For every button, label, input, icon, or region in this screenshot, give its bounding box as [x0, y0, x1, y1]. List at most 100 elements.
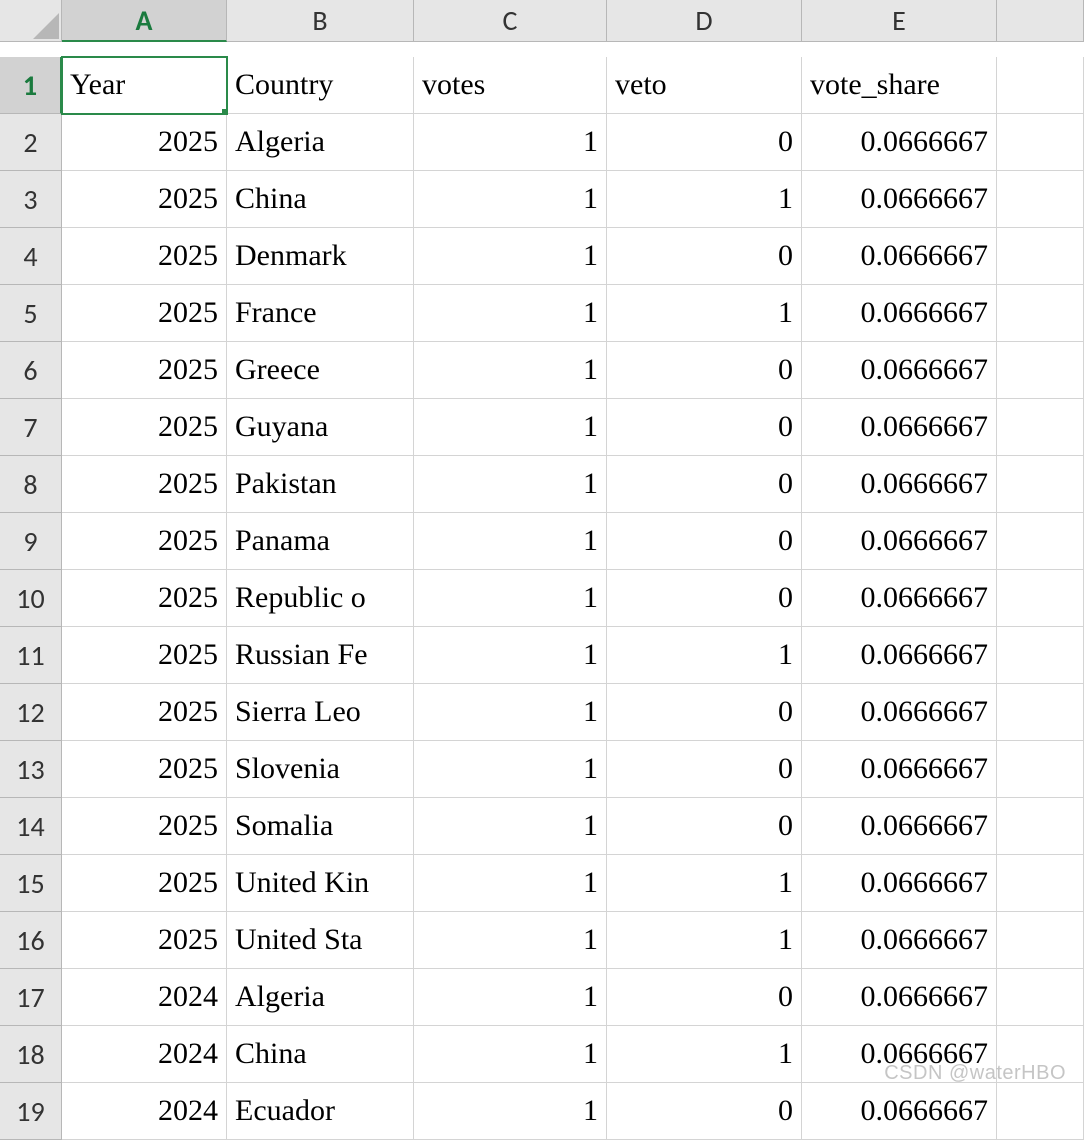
cell-E10[interactable]: 0.0666667 [802, 570, 997, 627]
cell-blank[interactable] [997, 684, 1084, 741]
cell-A11[interactable]: 2025 [62, 627, 227, 684]
cell-D14[interactable]: 0 [607, 798, 802, 855]
row-header-14[interactable]: 14 [0, 798, 62, 855]
cell-A1[interactable]: Year [62, 57, 227, 114]
cell-D11[interactable]: 1 [607, 627, 802, 684]
cell-C18[interactable]: 1 [414, 1026, 607, 1083]
cell-B10[interactable]: Republic o [227, 570, 414, 627]
cell-B5[interactable]: France [227, 285, 414, 342]
column-header-A[interactable]: A [62, 0, 227, 42]
cell-D16[interactable]: 1 [607, 912, 802, 969]
cell-B16[interactable]: United Sta [227, 912, 414, 969]
cell-B19[interactable]: Ecuador [227, 1083, 414, 1140]
cell-A13[interactable]: 2025 [62, 741, 227, 798]
cell-A7[interactable]: 2025 [62, 399, 227, 456]
cell-D15[interactable]: 1 [607, 855, 802, 912]
cell-B9[interactable]: Panama [227, 513, 414, 570]
cell-blank[interactable] [997, 171, 1084, 228]
cell-blank[interactable] [997, 741, 1084, 798]
cell-B12[interactable]: Sierra Leo [227, 684, 414, 741]
cell-A6[interactable]: 2025 [62, 342, 227, 399]
cell-blank[interactable] [997, 285, 1084, 342]
row-header-18[interactable]: 18 [0, 1026, 62, 1083]
cell-C13[interactable]: 1 [414, 741, 607, 798]
cell-C5[interactable]: 1 [414, 285, 607, 342]
cell-blank[interactable] [997, 570, 1084, 627]
row-header-10[interactable]: 10 [0, 570, 62, 627]
cell-A9[interactable]: 2025 [62, 513, 227, 570]
spreadsheet-grid[interactable]: ABCDE1YearCountryvotesvetovote_share2202… [0, 0, 1084, 1140]
cell-D5[interactable]: 1 [607, 285, 802, 342]
cell-C8[interactable]: 1 [414, 456, 607, 513]
cell-D13[interactable]: 0 [607, 741, 802, 798]
cell-D4[interactable]: 0 [607, 228, 802, 285]
cell-E16[interactable]: 0.0666667 [802, 912, 997, 969]
cell-B2[interactable]: Algeria [227, 114, 414, 171]
cell-B1[interactable]: Country [227, 57, 414, 114]
cell-E13[interactable]: 0.0666667 [802, 741, 997, 798]
cell-C14[interactable]: 1 [414, 798, 607, 855]
row-header-2[interactable]: 2 [0, 114, 62, 171]
row-header-9[interactable]: 9 [0, 513, 62, 570]
cell-C10[interactable]: 1 [414, 570, 607, 627]
cell-blank[interactable] [997, 114, 1084, 171]
cell-blank[interactable] [997, 1026, 1084, 1083]
cell-B18[interactable]: China [227, 1026, 414, 1083]
cell-D6[interactable]: 0 [607, 342, 802, 399]
cell-blank[interactable] [997, 456, 1084, 513]
cell-E11[interactable]: 0.0666667 [802, 627, 997, 684]
cell-D10[interactable]: 0 [607, 570, 802, 627]
row-header-5[interactable]: 5 [0, 285, 62, 342]
cell-D2[interactable]: 0 [607, 114, 802, 171]
cell-E8[interactable]: 0.0666667 [802, 456, 997, 513]
row-header-7[interactable]: 7 [0, 399, 62, 456]
cell-E14[interactable]: 0.0666667 [802, 798, 997, 855]
cell-C19[interactable]: 1 [414, 1083, 607, 1140]
cell-A8[interactable]: 2025 [62, 456, 227, 513]
cell-B7[interactable]: Guyana [227, 399, 414, 456]
cell-A2[interactable]: 2025 [62, 114, 227, 171]
cell-E17[interactable]: 0.0666667 [802, 969, 997, 1026]
row-header-13[interactable]: 13 [0, 741, 62, 798]
fill-handle[interactable] [222, 109, 227, 114]
cell-E12[interactable]: 0.0666667 [802, 684, 997, 741]
cell-A12[interactable]: 2025 [62, 684, 227, 741]
cell-A15[interactable]: 2025 [62, 855, 227, 912]
cell-blank[interactable] [997, 969, 1084, 1026]
row-header-15[interactable]: 15 [0, 855, 62, 912]
cell-C9[interactable]: 1 [414, 513, 607, 570]
cell-B6[interactable]: Greece [227, 342, 414, 399]
cell-A5[interactable]: 2025 [62, 285, 227, 342]
cell-C3[interactable]: 1 [414, 171, 607, 228]
cell-D19[interactable]: 0 [607, 1083, 802, 1140]
cell-E18[interactable]: 0.0666667 [802, 1026, 997, 1083]
row-header-12[interactable]: 12 [0, 684, 62, 741]
cell-blank[interactable] [997, 855, 1084, 912]
cell-E3[interactable]: 0.0666667 [802, 171, 997, 228]
cell-C6[interactable]: 1 [414, 342, 607, 399]
cell-E19[interactable]: 0.0666667 [802, 1083, 997, 1140]
cell-blank[interactable] [997, 399, 1084, 456]
column-header-E[interactable]: E [802, 0, 997, 42]
row-header-8[interactable]: 8 [0, 456, 62, 513]
cell-blank[interactable] [997, 627, 1084, 684]
cell-B14[interactable]: Somalia [227, 798, 414, 855]
cell-E7[interactable]: 0.0666667 [802, 399, 997, 456]
cell-D8[interactable]: 0 [607, 456, 802, 513]
cell-C7[interactable]: 1 [414, 399, 607, 456]
cell-B13[interactable]: Slovenia [227, 741, 414, 798]
cell-B4[interactable]: Denmark [227, 228, 414, 285]
cell-A19[interactable]: 2024 [62, 1083, 227, 1140]
cell-E1[interactable]: vote_share [802, 57, 997, 114]
cell-B8[interactable]: Pakistan [227, 456, 414, 513]
cell-C11[interactable]: 1 [414, 627, 607, 684]
cell-B11[interactable]: Russian Fe [227, 627, 414, 684]
cell-E2[interactable]: 0.0666667 [802, 114, 997, 171]
cell-A18[interactable]: 2024 [62, 1026, 227, 1083]
cell-blank[interactable] [997, 342, 1084, 399]
cell-D9[interactable]: 0 [607, 513, 802, 570]
row-header-3[interactable]: 3 [0, 171, 62, 228]
cell-A4[interactable]: 2025 [62, 228, 227, 285]
cell-C15[interactable]: 1 [414, 855, 607, 912]
row-header-16[interactable]: 16 [0, 912, 62, 969]
